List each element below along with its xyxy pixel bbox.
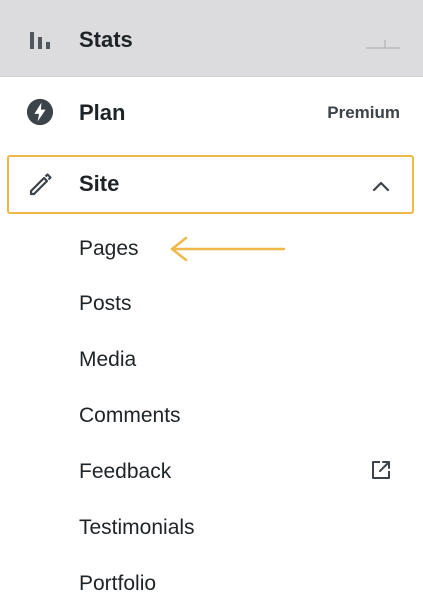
stats-sparkline-icon	[366, 40, 400, 49]
menu-item-stats-label: Stats	[79, 27, 133, 52]
menu-item-plan-label: Plan	[79, 100, 126, 125]
chevron-up-icon[interactable]	[370, 176, 392, 196]
bolt-icon	[26, 98, 54, 126]
bar-chart-icon	[26, 26, 54, 54]
submenu-item-pages[interactable]: Pages	[79, 236, 139, 262]
menu-item-plan[interactable]: Plan Premium	[0, 78, 423, 148]
submenu-item-posts[interactable]: Posts	[79, 291, 132, 317]
menu-item-site-label: Site	[79, 171, 120, 196]
plan-badge: Premium	[327, 103, 400, 122]
submenu-item-testimonials[interactable]: Testimonials	[79, 515, 195, 541]
sidebar-menu: Stats Plan Premium Site Pages Posts Medi…	[0, 0, 423, 600]
submenu-item-portfolio[interactable]: Portfolio	[79, 571, 156, 597]
menu-item-site[interactable]: Site	[7, 155, 414, 214]
submenu-item-feedback[interactable]: Feedback	[79, 459, 171, 485]
submenu-item-comments[interactable]: Comments	[79, 403, 181, 429]
pencil-icon	[26, 170, 54, 198]
menu-item-stats[interactable]: Stats	[0, 0, 423, 77]
external-link-icon[interactable]	[369, 458, 393, 482]
annotation-arrow-icon	[170, 236, 286, 262]
submenu-item-media[interactable]: Media	[79, 347, 136, 373]
